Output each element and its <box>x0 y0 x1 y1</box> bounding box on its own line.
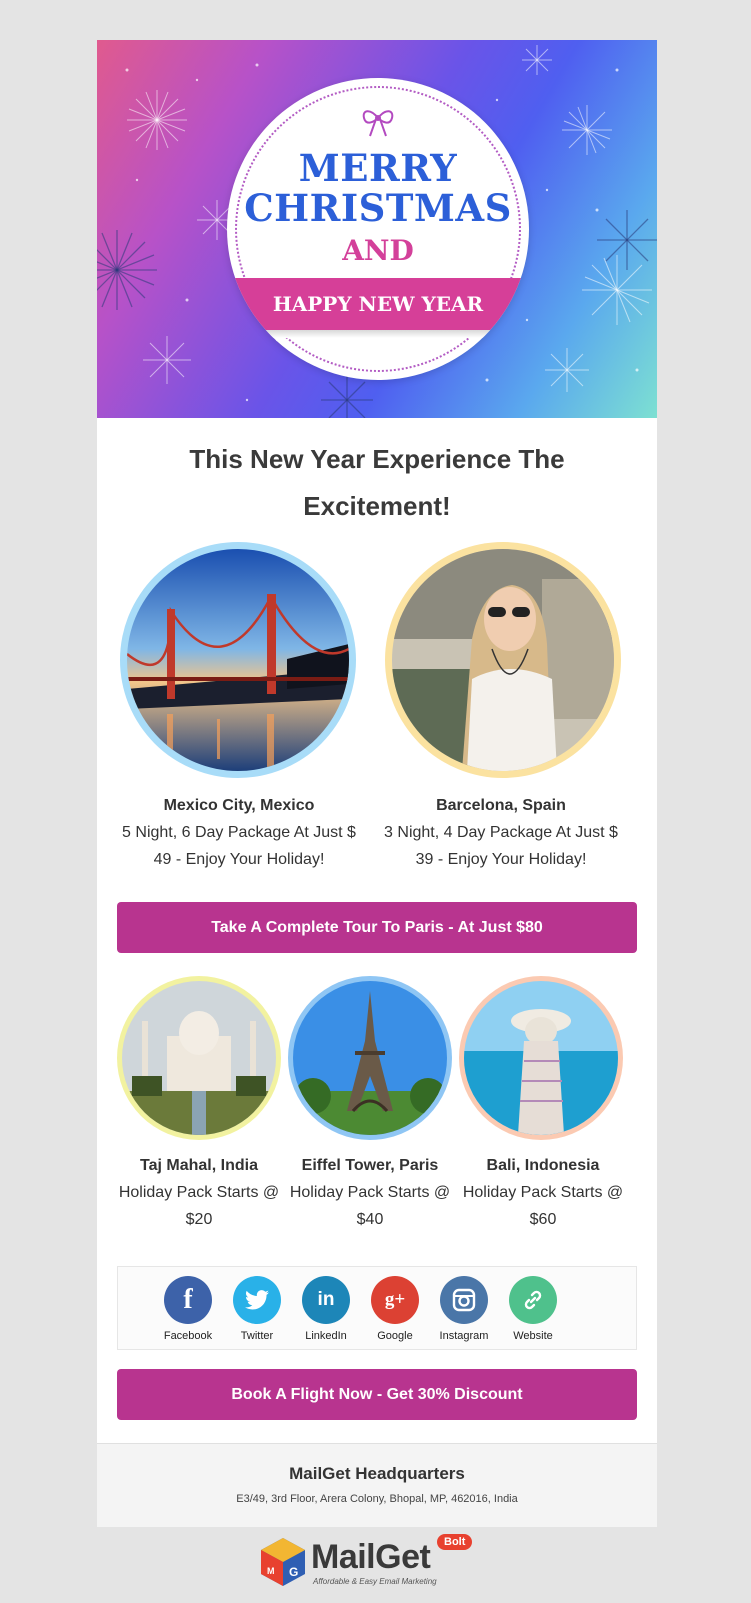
bali-beach-image[interactable] <box>464 981 618 1135</box>
footer-company-name: MailGet Headquarters <box>289 1464 465 1483</box>
destination-title-3: Bali, Indonesia <box>486 1157 600 1174</box>
greeting-badge: MERRY CHRISTMAS AND HAPPY NEW YEAR <box>227 78 529 380</box>
cta2-section: Book A Flight Now - Get 30% Discount <box>97 1369 657 1443</box>
eiffel-tower-image[interactable] <box>293 981 447 1135</box>
hero-ribbon: HAPPY NEW YEAR <box>227 278 529 330</box>
cta1-section: Take A Complete Tour To Paris - At Just … <box>97 902 657 976</box>
destination-caption-3: Bali, Indonesia Holiday Pack Starts @ $6… <box>457 1152 629 1233</box>
destination-desc-3: Holiday Pack Starts @ $60 <box>462 1184 624 1228</box>
footer-address: E3/49, 3rd Floor, Arera Colony, Bhopal, … <box>236 1493 518 1505</box>
bolt-badge: Bolt <box>437 1534 473 1550</box>
destination-caption-1: Taj Mahal, India Holiday Pack Starts @ $… <box>107 1152 291 1233</box>
social-label-linkedin: LinkedIn <box>305 1330 347 1342</box>
ribbon-shadow <box>227 330 529 338</box>
social-google[interactable]: g+ Google <box>360 1276 430 1342</box>
hero-title-line2: CHRISTMAS <box>244 186 512 230</box>
email-container: MERRY CHRISTMAS AND HAPPY NEW YEAR This … <box>97 40 657 1527</box>
svg-text:M: M <box>267 1566 275 1576</box>
mailget-brand-logo[interactable]: G M MailGet Bolt Affordable & Easy Email… <box>259 1534 499 1590</box>
featured-caption-2: Barcelona, Spain 3 Night, 4 Day Package … <box>381 792 621 873</box>
social-bar: f Facebook Twitter in LinkedIn g+ Google <box>117 1266 637 1350</box>
hero-title-and: AND <box>342 234 414 267</box>
destination-title-2: Eiffel Tower, Paris <box>301 1157 439 1174</box>
link-icon[interactable] <box>509 1276 557 1324</box>
destinations-row: Taj Mahal, India Holiday Pack Starts @ $… <box>97 976 657 1266</box>
social-label-twitter: Twitter <box>240 1330 274 1342</box>
headline-text: This New Year Experience The Excitement! <box>189 444 565 521</box>
paris-tour-button[interactable]: Take A Complete Tour To Paris - At Just … <box>117 902 637 953</box>
social-instagram[interactable]: Instagram <box>429 1276 499 1342</box>
svg-text:G: G <box>289 1565 298 1579</box>
featured-caption-1: Mexico City, Mexico 5 Night, 6 Day Packa… <box>111 792 367 873</box>
linkedin-icon[interactable]: in <box>302 1276 350 1324</box>
social-label-website: Website <box>513 1330 553 1342</box>
book-flight-button[interactable]: Book A Flight Now - Get 30% Discount <box>117 1369 637 1420</box>
hero-title-line1: MERRY <box>298 146 458 190</box>
instagram-icon[interactable] <box>440 1276 488 1324</box>
featured-title-1: Mexico City, Mexico <box>163 797 315 814</box>
barcelona-woman-image[interactable] <box>392 549 614 771</box>
brand-name: MailGet <box>311 1538 431 1576</box>
bow-icon <box>362 110 394 137</box>
destination-desc-1: Holiday Pack Starts @ $20 <box>118 1184 280 1228</box>
social-facebook[interactable]: f Facebook <box>153 1276 223 1342</box>
social-linkedin[interactable]: in LinkedIn <box>291 1276 361 1342</box>
social-website[interactable]: Website <box>498 1276 568 1342</box>
taj-mahal-image[interactable] <box>122 981 276 1135</box>
brand-tagline: Affordable & Easy Email Marketing <box>313 1577 437 1586</box>
destination-desc-2: Holiday Pack Starts @ $40 <box>289 1184 451 1228</box>
featured-desc-1: 5 Night, 6 Day Package At Just $ 49 - En… <box>122 824 356 868</box>
headline: This New Year Experience The Excitement! <box>97 418 657 530</box>
social-section: f Facebook Twitter in LinkedIn g+ Google <box>97 1266 657 1369</box>
golden-gate-image[interactable] <box>127 549 349 771</box>
twitter-icon[interactable] <box>233 1276 281 1324</box>
social-twitter[interactable]: Twitter <box>222 1276 292 1342</box>
featured-row: Mexico City, Mexico 5 Night, 6 Day Packa… <box>97 530 657 902</box>
hero-banner: MERRY CHRISTMAS AND HAPPY NEW YEAR <box>97 40 657 418</box>
footer: MailGet Headquarters E3/49, 3rd Floor, A… <box>97 1443 657 1527</box>
featured-desc-2: 3 Night, 4 Day Package At Just $ 39 - En… <box>384 824 618 868</box>
featured-title-2: Barcelona, Spain <box>436 797 566 814</box>
social-label-facebook: Facebook <box>163 1330 213 1342</box>
social-label-instagram: Instagram <box>439 1330 489 1342</box>
facebook-icon[interactable]: f <box>164 1276 212 1324</box>
destination-title-1: Taj Mahal, India <box>140 1157 258 1174</box>
social-label-google: Google <box>377 1330 413 1342</box>
mailget-logo-icon: G M <box>261 1538 305 1586</box>
google-plus-icon[interactable]: g+ <box>371 1276 419 1324</box>
destination-caption-2: Eiffel Tower, Paris Holiday Pack Starts … <box>284 1152 456 1233</box>
